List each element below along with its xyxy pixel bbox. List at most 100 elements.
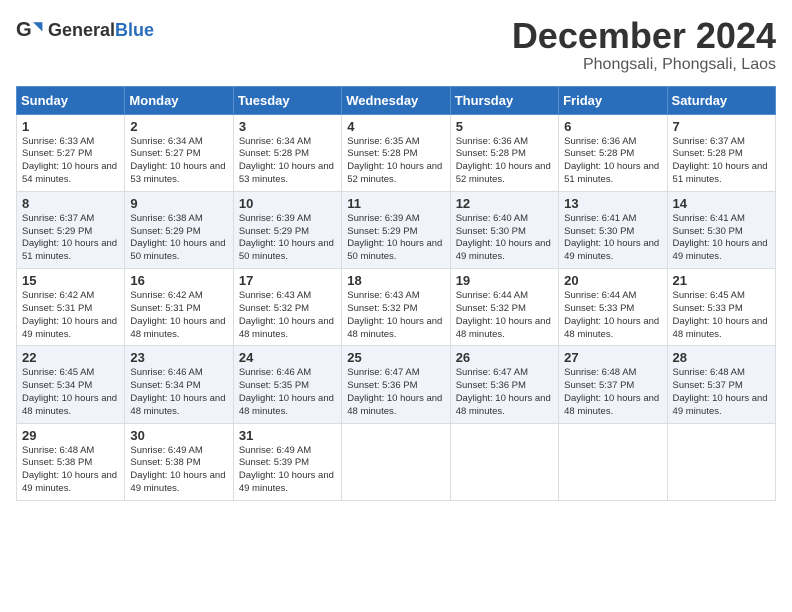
cell-info: Sunrise: 6:35 AMSunset: 5:28 PMDaylight:… [347,136,444,187]
cell-info: Sunrise: 6:39 AMSunset: 5:29 PMDaylight:… [347,213,444,264]
month-title: December 2024 [512,16,776,56]
day-number: 30 [130,428,227,443]
day-number: 22 [22,350,119,365]
day-number: 3 [239,119,336,134]
calendar-cell: 15Sunrise: 6:42 AMSunset: 5:31 PMDayligh… [17,269,125,346]
cell-info: Sunrise: 6:42 AMSunset: 5:31 PMDaylight:… [130,290,227,341]
day-number: 27 [564,350,661,365]
calendar-cell: 12 Sunrise: 6:40 AMSunset: 5:30 PMDayligh… [450,191,558,268]
header: G GeneralBlue December 2024 Phongsali, P… [16,16,776,74]
calendar-cell [342,423,450,500]
logo: G GeneralBlue [16,16,154,44]
day-number: 15 [22,273,119,288]
calendar-cell: 10 Sunrise: 6:39 AMSunset: 5:29 PMDayligh… [233,191,341,268]
cell-info: Sunrise: 6:41 AMSunset: 5:30 PMDaylight:… [673,213,770,264]
weekday-header-saturday: Saturday [667,86,775,114]
cell-info: Sunrise: 6:43 AMSunset: 5:32 PMDaylight:… [239,290,336,341]
day-number: 10 [239,196,336,211]
calendar-cell: 22 Sunrise: 6:45 AMSunset: 5:34 PMDayligh… [17,346,125,423]
cell-info: Sunrise: 6:46 AMSunset: 5:34 PMDaylight:… [130,367,227,418]
weekday-header-row: SundayMondayTuesdayWednesdayThursdayFrid… [17,86,776,114]
calendar-cell: 31 Sunrise: 6:49 AMSunset: 5:39 PMDayligh… [233,423,341,500]
cell-info: Sunrise: 6:40 AMSunset: 5:30 PMDaylight:… [456,213,553,264]
calendar-cell: 13 Sunrise: 6:41 AMSunset: 5:30 PMDayligh… [559,191,667,268]
cell-info: Sunrise: 6:41 AMSunset: 5:30 PMDaylight:… [564,213,661,264]
calendar-cell: 8Sunrise: 6:37 AMSunset: 5:29 PMDaylight… [17,191,125,268]
cell-info: Sunrise: 6:37 AMSunset: 5:29 PMDaylight:… [22,213,119,264]
svg-text:G: G [16,19,32,41]
calendar-cell [667,423,775,500]
calendar-cell: 4 Sunrise: 6:35 AMSunset: 5:28 PMDaylight… [342,114,450,191]
day-number: 6 [564,119,661,134]
calendar-cell: 6 Sunrise: 6:36 AMSunset: 5:28 PMDaylight… [559,114,667,191]
week-row-4: 22 Sunrise: 6:45 AMSunset: 5:34 PMDayligh… [17,346,776,423]
day-number: 11 [347,196,444,211]
calendar-cell: 26 Sunrise: 6:47 AMSunset: 5:36 PMDayligh… [450,346,558,423]
title-area: December 2024 Phongsali, Phongsali, Laos [512,16,776,74]
calendar-cell [559,423,667,500]
cell-info: Sunrise: 6:48 AMSunset: 5:38 PMDaylight:… [22,445,119,496]
cell-info: Sunrise: 6:45 AMSunset: 5:34 PMDaylight:… [22,367,119,418]
cell-info: Sunrise: 6:48 AMSunset: 5:37 PMDaylight:… [564,367,661,418]
day-number: 20 [564,273,661,288]
day-number: 25 [347,350,444,365]
week-row-2: 8Sunrise: 6:37 AMSunset: 5:29 PMDaylight… [17,191,776,268]
weekday-header-wednesday: Wednesday [342,86,450,114]
calendar-cell: 28 Sunrise: 6:48 AMSunset: 5:37 PMDayligh… [667,346,775,423]
calendar-cell: 20 Sunrise: 6:44 AMSunset: 5:33 PMDayligh… [559,269,667,346]
day-number: 24 [239,350,336,365]
calendar-cell: 19Sunrise: 6:44 AMSunset: 5:32 PMDayligh… [450,269,558,346]
cell-info: Sunrise: 6:44 AMSunset: 5:33 PMDaylight:… [564,290,661,341]
day-number: 4 [347,119,444,134]
calendar: SundayMondayTuesdayWednesdayThursdayFrid… [16,86,776,501]
cell-info: Sunrise: 6:45 AMSunset: 5:33 PMDaylight:… [673,290,770,341]
day-number: 5 [456,119,553,134]
calendar-cell: 24 Sunrise: 6:46 AMSunset: 5:35 PMDayligh… [233,346,341,423]
day-number: 18 [347,273,444,288]
calendar-cell: 17 Sunrise: 6:43 AMSunset: 5:32 PMDayligh… [233,269,341,346]
cell-info: Sunrise: 6:48 AMSunset: 5:37 PMDaylight:… [673,367,770,418]
day-number: 26 [456,350,553,365]
day-number: 7 [673,119,770,134]
day-number: 28 [673,350,770,365]
day-number: 29 [22,428,119,443]
cell-info: Sunrise: 6:36 AMSunset: 5:28 PMDaylight:… [564,136,661,187]
day-number: 2 [130,119,227,134]
calendar-cell: 30 Sunrise: 6:49 AMSunset: 5:38 PMDayligh… [125,423,233,500]
day-number: 31 [239,428,336,443]
weekday-header-tuesday: Tuesday [233,86,341,114]
week-row-1: 1Sunrise: 6:33 AMSunset: 5:27 PMDaylight… [17,114,776,191]
calendar-cell: 27 Sunrise: 6:48 AMSunset: 5:37 PMDayligh… [559,346,667,423]
day-number: 12 [456,196,553,211]
day-number: 16 [130,273,227,288]
cell-info: Sunrise: 6:47 AMSunset: 5:36 PMDaylight:… [456,367,553,418]
cell-info: Sunrise: 6:46 AMSunset: 5:35 PMDaylight:… [239,367,336,418]
calendar-cell: 5Sunrise: 6:36 AMSunset: 5:28 PMDaylight… [450,114,558,191]
calendar-cell: 18 Sunrise: 6:43 AMSunset: 5:32 PMDayligh… [342,269,450,346]
calendar-cell: 7Sunrise: 6:37 AMSunset: 5:28 PMDaylight… [667,114,775,191]
weekday-header-thursday: Thursday [450,86,558,114]
logo-blue-text: Blue [115,20,154,40]
calendar-cell: 16 Sunrise: 6:42 AMSunset: 5:31 PMDayligh… [125,269,233,346]
calendar-cell: 3 Sunrise: 6:34 AMSunset: 5:28 PMDaylight… [233,114,341,191]
day-number: 13 [564,196,661,211]
calendar-cell: 14Sunrise: 6:41 AMSunset: 5:30 PMDayligh… [667,191,775,268]
cell-info: Sunrise: 6:49 AMSunset: 5:38 PMDaylight:… [130,445,227,496]
calendar-cell: 2 Sunrise: 6:34 AMSunset: 5:27 PMDaylight… [125,114,233,191]
calendar-cell: 1Sunrise: 6:33 AMSunset: 5:27 PMDaylight… [17,114,125,191]
week-row-3: 15 Sunrise: 6:42 AMSunset: 5:31 PMDayligh… [17,269,776,346]
weekday-header-monday: Monday [125,86,233,114]
cell-info: Sunrise: 6:43 AMSunset: 5:32 PMDaylight:… [347,290,444,341]
logo-general-text: General [48,20,115,40]
calendar-cell: 23Sunrise: 6:46 AMSunset: 5:34 PMDayligh… [125,346,233,423]
weekday-header-sunday: Sunday [17,86,125,114]
calendar-cell: 11 Sunrise: 6:39 AMSunset: 5:29 PMDayligh… [342,191,450,268]
day-number: 17 [239,273,336,288]
cell-info: Sunrise: 6:34 AMSunset: 5:28 PMDaylight:… [239,136,336,187]
calendar-cell: 9 Sunrise: 6:38 AMSunset: 5:29 PMDaylight… [125,191,233,268]
cell-info: Sunrise: 6:39 AMSunset: 5:29 PMDaylight:… [239,213,336,264]
cell-info: Sunrise: 6:49 AMSunset: 5:39 PMDaylight:… [239,445,336,496]
cell-info: Sunrise: 6:38 AMSunset: 5:29 PMDaylight:… [130,213,227,264]
day-number: 9 [130,196,227,211]
cell-info: Sunrise: 6:34 AMSunset: 5:27 PMDaylight:… [130,136,227,187]
